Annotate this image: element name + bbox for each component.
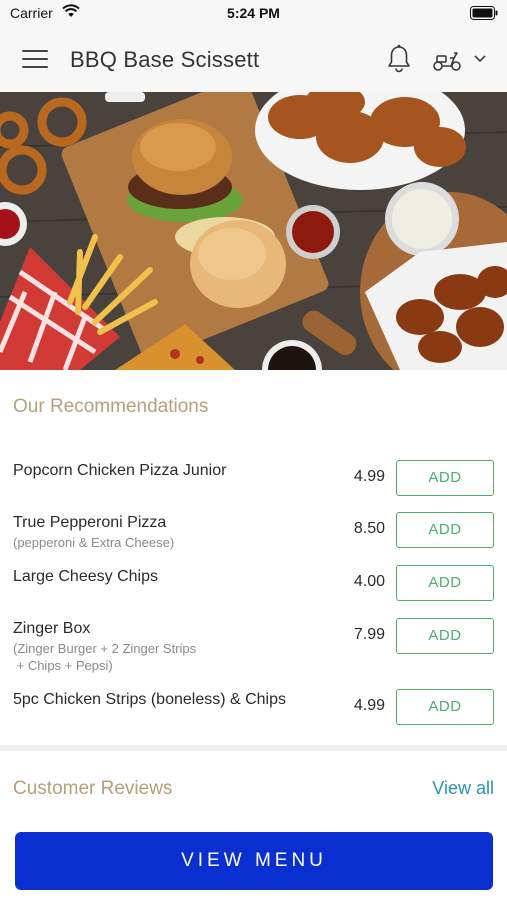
item-name: Zinger Box xyxy=(13,620,91,637)
reviews-heading: Customer Reviews xyxy=(13,778,173,799)
recommendations-heading: Our Recommendations xyxy=(13,396,209,417)
status-time: 5:24 PM xyxy=(227,5,280,21)
item-name: True Pepperoni Pizza xyxy=(13,514,167,531)
add-button[interactable]: ADD xyxy=(396,512,494,548)
menu-icon[interactable] xyxy=(22,50,48,70)
restaurant-title: BBQ Base Scissett xyxy=(70,47,260,72)
add-button[interactable]: ADD xyxy=(396,689,494,725)
hero-food-image xyxy=(0,92,507,370)
add-button[interactable]: ADD xyxy=(396,460,494,496)
item-price: 4.99 xyxy=(353,697,385,714)
view-all-link[interactable]: View all xyxy=(432,778,494,799)
item-name: 5pc Chicken Strips (boneless) & Chips xyxy=(13,691,287,708)
item-price: 8.50 xyxy=(353,520,385,537)
item-description: (pepperoni & Extra Cheese) xyxy=(13,535,175,550)
section-divider xyxy=(0,745,507,751)
item-description: + Chips + Pepsi) xyxy=(13,658,113,673)
add-button[interactable]: ADD xyxy=(396,565,494,601)
status-bar: Carrier 5:24 PM xyxy=(0,0,507,26)
app-header: BBQ Base Scissett xyxy=(0,26,507,92)
item-name: Popcorn Chicken Pizza Junior xyxy=(13,462,227,479)
item-price: 7.99 xyxy=(353,626,385,643)
item-price: 4.99 xyxy=(353,468,385,485)
chevron-down-icon[interactable] xyxy=(473,54,487,64)
battery-icon xyxy=(470,6,498,20)
item-price: 4.00 xyxy=(353,573,385,590)
view-menu-button[interactable]: VIEW MENU xyxy=(15,832,493,890)
bell-icon[interactable] xyxy=(386,44,412,74)
add-button[interactable]: ADD xyxy=(396,618,494,654)
item-description: (Zinger Burger + 2 Zinger Strips xyxy=(13,641,197,656)
item-name: Large Cheesy Chips xyxy=(13,568,158,585)
scooter-icon[interactable] xyxy=(432,48,462,72)
